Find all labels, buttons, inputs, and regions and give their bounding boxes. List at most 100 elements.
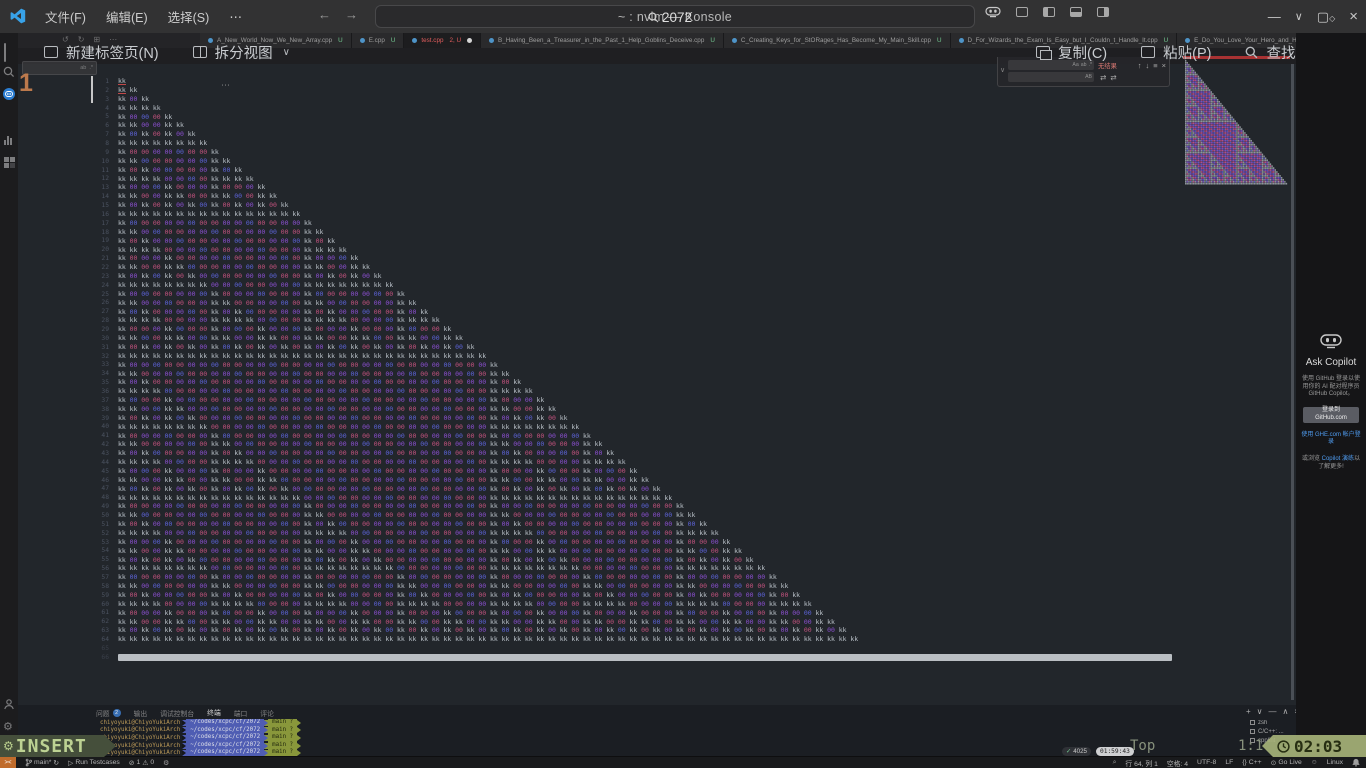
search-sidebar-icon[interactable] bbox=[3, 66, 15, 78]
token: 00 bbox=[432, 415, 440, 422]
statusbar-item-2[interactable]: UTF-8 bbox=[1197, 759, 1216, 766]
ellipsis-icon[interactable]: ⋯ bbox=[221, 80, 230, 91]
forward-icon[interactable]: → bbox=[345, 7, 358, 22]
match-case-icon[interactable]: ab bbox=[80, 65, 86, 71]
token: 00 bbox=[502, 592, 510, 599]
account-icon[interactable] bbox=[3, 698, 15, 710]
paste-button[interactable]: 粘贴(P) bbox=[1163, 42, 1211, 63]
toggle-secondary-sidebar-icon[interactable] bbox=[1097, 7, 1109, 17]
git-branch-item[interactable]: main* ↻ bbox=[25, 758, 59, 767]
panel-tab-0[interactable]: 问题2 bbox=[96, 708, 121, 720]
panel-tab-5[interactable]: 评论 bbox=[260, 708, 274, 720]
cph-timer-badge[interactable]: 01:59:43 bbox=[1096, 747, 1134, 756]
back-icon[interactable]: ← bbox=[318, 7, 331, 22]
konsole-scrollbar[interactable] bbox=[1291, 64, 1294, 700]
editor-tab-1[interactable]: E.cppU bbox=[352, 33, 405, 48]
whole-word-icon[interactable]: ab bbox=[1081, 62, 1087, 68]
modified-dot-icon[interactable] bbox=[467, 38, 472, 43]
copy-button[interactable]: 复制(C) bbox=[1058, 42, 1107, 63]
new-tab-icon[interactable] bbox=[44, 46, 58, 58]
menu-item-0[interactable]: 文件(F) bbox=[36, 3, 95, 30]
copilot-activity-icon[interactable] bbox=[3, 88, 15, 100]
panel-tab-2[interactable]: 调试控制台 bbox=[160, 708, 194, 720]
settings-gear-icon[interactable]: ⚙ bbox=[3, 720, 15, 732]
walkthrough-link[interactable]: Copilot 演练 bbox=[1322, 456, 1354, 462]
token: 00 bbox=[432, 521, 440, 528]
token: 00 bbox=[432, 627, 440, 634]
token: 00 bbox=[664, 539, 672, 546]
settings-sync-icon[interactable]: ⚙ bbox=[163, 759, 169, 767]
nvim-terminal-area[interactable]: 1kk2kkkk3kk00kk4kkkkkkkk5kk000000kk6kkkk… bbox=[18, 64, 1296, 705]
editor-tab-3[interactable]: B_Having_Been_a_Treasurer_in_the_Past_1_… bbox=[481, 33, 724, 48]
bell-icon[interactable] bbox=[1352, 758, 1360, 767]
search-icon[interactable]: ⌕ bbox=[1113, 759, 1117, 767]
split-view-icon[interactable] bbox=[193, 46, 207, 58]
run-testcases-button[interactable]: ▷ Run Testcases bbox=[68, 759, 120, 767]
command-center[interactable]: ~ : nvim — Konsole 2072 bbox=[375, 5, 975, 28]
replace-icon[interactable]: ⇄ bbox=[1100, 73, 1106, 82]
feedback-smiley-icon[interactable]: ☺ bbox=[1311, 759, 1318, 766]
find-icon[interactable] bbox=[1245, 46, 1258, 59]
replace-input[interactable]: AB bbox=[1008, 72, 1094, 82]
regex-icon[interactable]: .* bbox=[1089, 62, 1092, 68]
maximize-panel-icon[interactable]: ∧ bbox=[1283, 707, 1289, 716]
toggle-sidebar-icon[interactable] bbox=[1043, 7, 1055, 17]
token: 00 bbox=[223, 282, 231, 289]
explorer-icon[interactable] bbox=[3, 44, 15, 56]
statusbar-item-0[interactable]: 行 64, 列 1 bbox=[1125, 758, 1158, 768]
customize-layout-icon[interactable] bbox=[1016, 7, 1028, 17]
panel-tab-4[interactable]: 端口 bbox=[234, 708, 248, 720]
token: 00 bbox=[478, 565, 486, 572]
menu-item-1[interactable]: 编辑(E) bbox=[97, 3, 157, 30]
copy-icon[interactable] bbox=[1036, 46, 1050, 58]
paste-icon[interactable] bbox=[1141, 46, 1155, 58]
testing-flask-icon[interactable] bbox=[3, 111, 15, 123]
split-view-button[interactable]: 拆分视图 bbox=[215, 42, 273, 63]
token: 00 bbox=[223, 326, 231, 333]
search-input[interactable]: ab .* bbox=[22, 61, 97, 75]
chart-icon[interactable] bbox=[3, 134, 15, 146]
token: 00 bbox=[478, 486, 486, 493]
token: 00 bbox=[281, 255, 289, 262]
split-view-chevron-icon[interactable]: ∨ bbox=[283, 47, 290, 58]
token: 00 bbox=[258, 379, 266, 386]
token: 00 bbox=[234, 610, 242, 617]
preserve-case-icon[interactable]: AB bbox=[1085, 74, 1092, 80]
statusbar-item-6[interactable]: Linux bbox=[1327, 759, 1343, 766]
problems-summary[interactable]: ⊘1 ⚠0 bbox=[129, 759, 154, 767]
new-tab-button[interactable]: 新建标签页(N) bbox=[66, 42, 159, 63]
menu-item-2[interactable]: 选择(S) bbox=[159, 3, 219, 30]
chevron-down-icon[interactable]: ∨ bbox=[1295, 10, 1303, 23]
copilot-icon[interactable] bbox=[985, 6, 1001, 18]
close-icon[interactable]: × bbox=[1349, 8, 1358, 25]
editor-tab-2[interactable]: test.cpp2, U bbox=[404, 33, 481, 48]
regex-icon[interactable]: .* bbox=[89, 65, 93, 71]
panel-tab-1[interactable]: 输出 bbox=[134, 708, 148, 720]
github-signin-button[interactable]: 登录到 GitHub.com bbox=[1303, 407, 1359, 423]
sync-icon[interactable]: ↻ bbox=[53, 759, 59, 767]
menu-item-3[interactable]: ⋯ bbox=[220, 5, 251, 28]
token: kk bbox=[141, 424, 149, 431]
close-panel-icon[interactable]: × bbox=[1294, 707, 1296, 716]
editor-tab-4[interactable]: C_Creating_Keys_for_StORages_Has_Become_… bbox=[724, 33, 951, 48]
toggle-panel-icon[interactable] bbox=[1070, 7, 1082, 17]
statusbar-item-5[interactable]: ⊙Go Live bbox=[1271, 759, 1302, 767]
cph-count-badge[interactable]: ✓ 4025 bbox=[1062, 747, 1091, 756]
statusbar-item-1[interactable]: 空格: 4 bbox=[1167, 758, 1188, 768]
minimize-panel-icon[interactable]: — bbox=[1269, 707, 1277, 716]
extensions-icon[interactable] bbox=[3, 157, 15, 169]
token: 00 bbox=[653, 512, 661, 519]
find-collapse-icon[interactable]: ∨ bbox=[1000, 66, 1005, 74]
ghe-signin-link[interactable]: 使用 GHE.com 帐户登 录 bbox=[1300, 432, 1362, 447]
statusbar-item-3[interactable]: LF bbox=[1225, 759, 1233, 766]
match-case-icon[interactable]: Aa bbox=[1072, 62, 1078, 68]
restore-icon[interactable]: ▢◇ bbox=[1317, 9, 1335, 25]
replace-all-icon[interactable]: ⇄ bbox=[1110, 73, 1116, 82]
minimize-icon[interactable]: — bbox=[1268, 9, 1281, 24]
terminal-list-item-0[interactable]: zsh bbox=[1250, 718, 1296, 727]
minimap[interactable] bbox=[1183, 60, 1290, 186]
new-terminal-icon[interactable]: + bbox=[1246, 707, 1251, 716]
terminal-dropdown-icon[interactable]: ∨ bbox=[1257, 707, 1263, 716]
remote-indicator[interactable]: >< bbox=[0, 757, 16, 768]
statusbar-item-4[interactable]: {}C++ bbox=[1242, 759, 1261, 766]
